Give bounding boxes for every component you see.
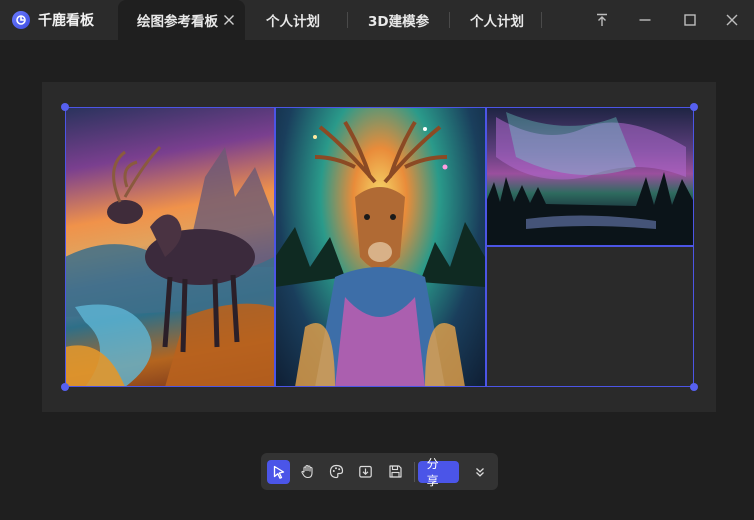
tab-separator bbox=[449, 12, 450, 28]
image-divider bbox=[274, 107, 276, 387]
maximize-icon[interactable] bbox=[676, 8, 704, 32]
save-icon[interactable] bbox=[384, 460, 407, 484]
app-name: 千鹿看板 bbox=[38, 13, 94, 29]
import-icon[interactable] bbox=[354, 460, 377, 484]
aurora-forest-image[interactable] bbox=[486, 107, 694, 246]
tab-personal-plan[interactable]: 个人计划 bbox=[266, 0, 346, 40]
minimize-icon[interactable] bbox=[631, 8, 659, 32]
title-bar: 千鹿看板 绘图参考看板 个人计划 3D建模参 个人计划 bbox=[0, 0, 754, 40]
tab-close-icon[interactable] bbox=[221, 12, 237, 28]
app-brand[interactable]: 千鹿看板 bbox=[0, 0, 118, 40]
tab-label: 3D建模参 bbox=[368, 14, 430, 30]
tab-drawing-reference[interactable]: 绘图参考看板 bbox=[118, 0, 245, 40]
resize-handle-bottom-right[interactable] bbox=[690, 383, 698, 391]
resize-handle-top-left[interactable] bbox=[61, 103, 69, 111]
tab-personal-plan-2[interactable]: 个人计划 bbox=[470, 0, 526, 40]
tab-3d-modeling[interactable]: 3D建模参 bbox=[368, 0, 438, 40]
tab-separator bbox=[541, 12, 542, 28]
palette-icon[interactable] bbox=[325, 460, 348, 484]
deer-mountain-river-image[interactable] bbox=[65, 107, 274, 387]
share-button[interactable]: 分享 bbox=[417, 457, 459, 488]
image-board[interactable] bbox=[61, 103, 698, 391]
pin-icon[interactable] bbox=[588, 8, 616, 32]
resize-handle-bottom-left[interactable] bbox=[61, 383, 69, 391]
image-divider bbox=[485, 107, 487, 387]
close-icon[interactable] bbox=[718, 8, 746, 32]
resize-handle-top-right[interactable] bbox=[690, 103, 698, 111]
toolbar-separator bbox=[413, 461, 415, 482]
app-logo-icon bbox=[12, 11, 30, 29]
deer-portrait-image[interactable] bbox=[275, 107, 485, 387]
tab-label: 个人计划 bbox=[266, 14, 320, 30]
tab-separator bbox=[347, 12, 348, 28]
select-icon[interactable] bbox=[267, 459, 291, 484]
chevron-double-down-icon[interactable] bbox=[469, 460, 492, 484]
hand-icon[interactable] bbox=[296, 460, 319, 484]
image-divider bbox=[485, 245, 694, 247]
tab-label: 绘图参考看板 bbox=[137, 14, 218, 30]
tab-label: 个人计划 bbox=[470, 14, 524, 30]
bottom-toolbar: 分享 bbox=[261, 453, 498, 490]
